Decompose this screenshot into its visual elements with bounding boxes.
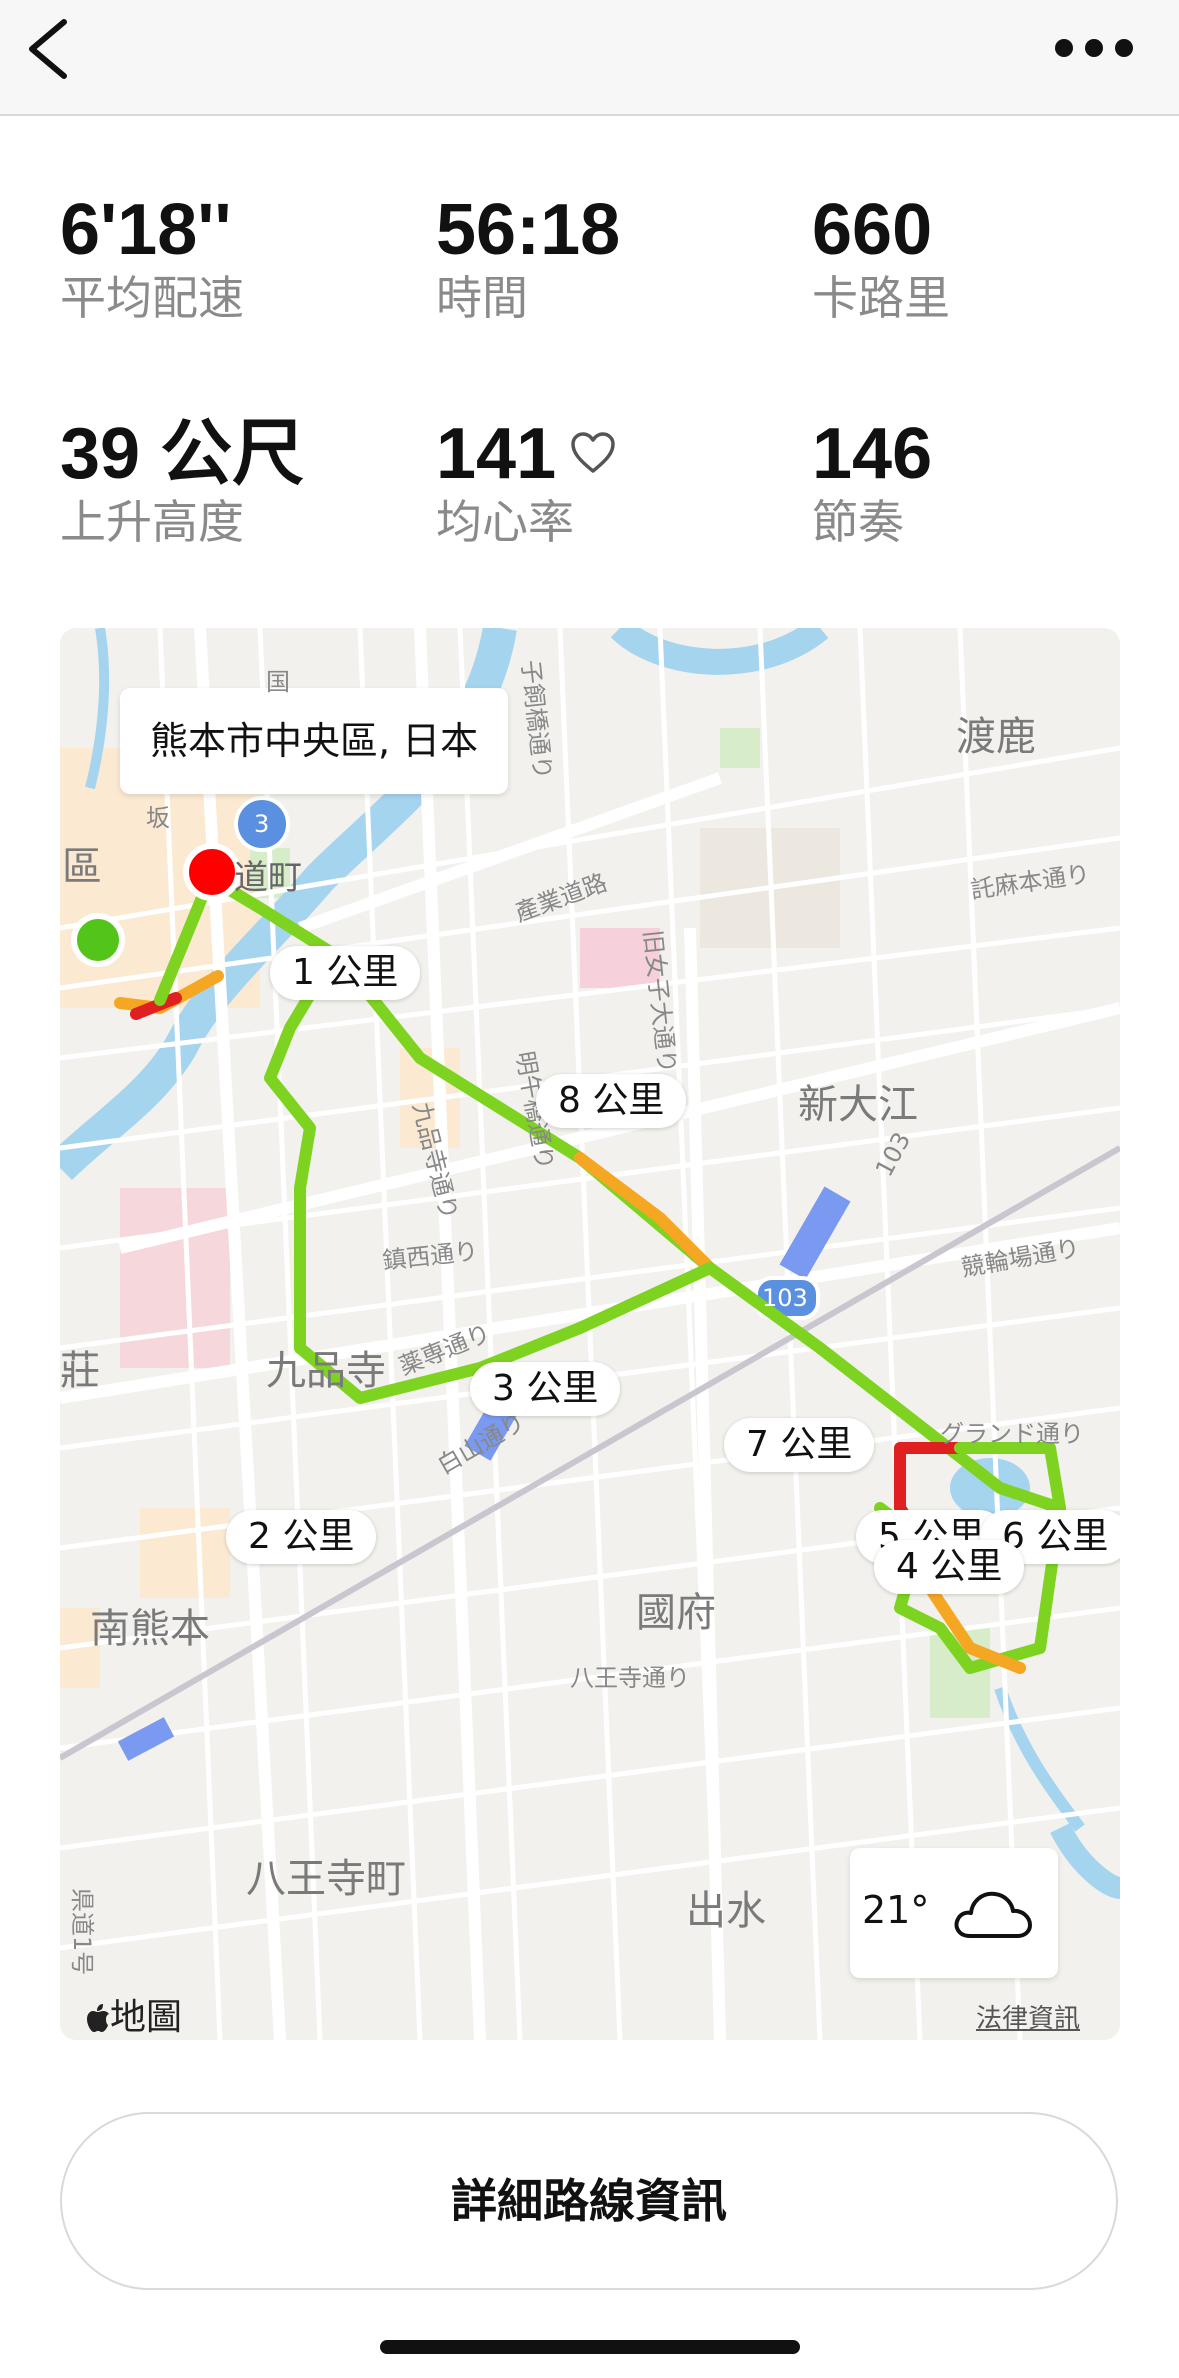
- stat-calories: 660 卡路里: [812, 192, 950, 326]
- label-hachioji-st: 八王寺通り: [570, 1664, 690, 1692]
- ellipsis-icon[interactable]: [1049, 18, 1139, 78]
- weather-chip: 21°: [850, 1848, 1058, 1978]
- km-marker-1[interactable]: 1 公里: [270, 946, 421, 1000]
- km-marker-4[interactable]: 4 公里: [874, 1540, 1025, 1594]
- label-hashi: 坂: [146, 804, 170, 832]
- cadence-label: 節奏: [812, 495, 904, 549]
- stat-pace: 6'18'' 平均配速: [60, 192, 244, 326]
- location-chip: 熊本市中央區, 日本: [120, 688, 509, 794]
- weather-temp: 21°: [862, 1888, 930, 1932]
- map-attribution: 地圖: [86, 1988, 182, 2040]
- km-marker-8[interactable]: 8 公里: [536, 1074, 687, 1128]
- time-label: 時間: [436, 271, 528, 325]
- label-kuhonji: 九品寺: [266, 1348, 386, 1394]
- label-route3: 3: [254, 810, 270, 838]
- elevation-value: 39 公尺: [60, 414, 305, 494]
- chevron-left-icon[interactable]: [20, 14, 84, 84]
- km-marker-2[interactable]: 2 公里: [226, 1510, 377, 1564]
- label-hachioji: 八王寺町: [246, 1856, 406, 1902]
- stat-cadence: 146 節奏: [812, 416, 932, 550]
- km-marker-7[interactable]: 7 公里: [724, 1418, 875, 1472]
- stat-elevation: 39 公尺 上升高度: [60, 416, 304, 550]
- label-michimachi: 道町: [234, 858, 302, 898]
- stat-time: 56:18 時間: [436, 192, 620, 326]
- label-so: 莊: [60, 1348, 100, 1394]
- home-indicator[interactable]: [380, 2340, 800, 2354]
- label-kokufu: 國府: [636, 1590, 716, 1636]
- apple-logo-icon: [87, 2004, 109, 2032]
- stat-heart-rate: 141 均心率: [436, 416, 616, 550]
- pace-value: 6'18'': [60, 190, 232, 270]
- legal-link[interactable]: 法律資訊: [976, 1998, 1080, 2035]
- elevation-label: 上升高度: [60, 495, 244, 549]
- label-shin-oe: 新大江: [798, 1082, 918, 1128]
- km-marker-3[interactable]: 3 公里: [470, 1362, 621, 1416]
- pace-label: 平均配速: [60, 271, 244, 325]
- route-detail-button[interactable]: 詳細路線資訊: [60, 2112, 1118, 2290]
- navigation-bar: [0, 0, 1179, 116]
- calories-label: 卡路里: [812, 271, 950, 325]
- time-value: 56:18: [436, 190, 621, 270]
- label-demizu: 出水: [686, 1888, 766, 1934]
- cadence-value: 146: [812, 414, 933, 494]
- map-base: [60, 628, 1120, 2040]
- calories-value: 660: [812, 190, 933, 270]
- heart-rate-row: 141: [436, 416, 616, 492]
- heart-rate-label: 均心率: [436, 495, 574, 549]
- cloud-icon: [954, 1891, 1032, 1938]
- label-highway-sign: 国: [266, 668, 290, 696]
- label-ku: 區: [62, 844, 102, 890]
- label-grand: グランド通り: [940, 1420, 1084, 1448]
- label-watari: 渡鹿: [956, 714, 1036, 760]
- route-map[interactable]: 熊本市中央區, 日本 渡鹿 新大江 九品寺 國府 南熊本 八王寺町 出水 區 莊…: [60, 628, 1120, 2040]
- label-kendo: 県道1号: [68, 1888, 96, 1976]
- heart-icon: [571, 432, 615, 473]
- heart-rate-value: 141: [436, 414, 557, 494]
- label-route103: 103: [762, 1284, 808, 1312]
- attribution-text: 地圖: [110, 1997, 183, 2038]
- label-minami-kumamoto: 南熊本: [90, 1606, 210, 1652]
